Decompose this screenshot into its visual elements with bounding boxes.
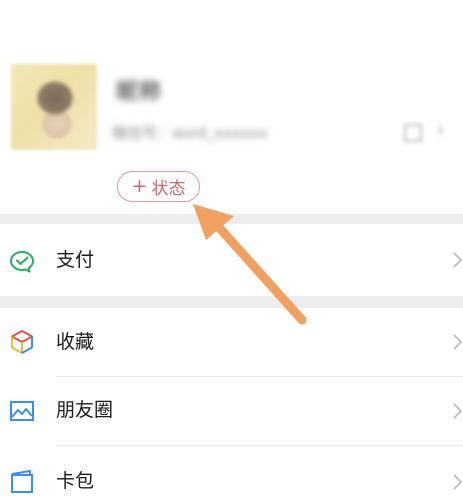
add-status-button[interactable]: + 状态: [117, 171, 200, 202]
menu-item-label: 支付: [56, 249, 95, 271]
menu-item-favorites[interactable]: 收藏: [0, 308, 463, 376]
moments-photo-icon: [10, 401, 34, 421]
chevron-right-icon: [453, 403, 463, 419]
menu-item-moments[interactable]: 朋友圈: [0, 377, 463, 445]
plus-icon: +: [131, 175, 148, 197]
menu-item-label: 朋友圈: [56, 399, 114, 421]
section-gap: [0, 296, 463, 308]
section-gap: [0, 214, 463, 224]
wechat-pay-icon: [10, 251, 34, 273]
menu-item-label: 卡包: [56, 470, 95, 492]
profile-header[interactable]: 昵称 微信号：wxid_xxxxxx › + 状态: [0, 0, 463, 214]
chevron-right-icon: [453, 474, 463, 490]
favorites-cube-icon: [11, 330, 33, 354]
card-wallet-icon: [11, 470, 33, 493]
nickname: 昵称: [116, 80, 163, 105]
menu-item-pay[interactable]: 支付: [0, 224, 463, 296]
chevron-right-icon: [453, 252, 463, 268]
chevron-right-icon: ›: [436, 118, 445, 143]
wechat-id: 微信号：wxid_xxxxxx: [112, 124, 268, 142]
menu-item-card-wallet[interactable]: 卡包: [0, 446, 463, 494]
menu-item-label: 收藏: [56, 331, 95, 353]
qr-code-icon[interactable]: [404, 124, 422, 142]
status-label: 状态: [151, 179, 186, 199]
avatar[interactable]: [11, 64, 97, 150]
chevron-right-icon: [453, 334, 463, 350]
